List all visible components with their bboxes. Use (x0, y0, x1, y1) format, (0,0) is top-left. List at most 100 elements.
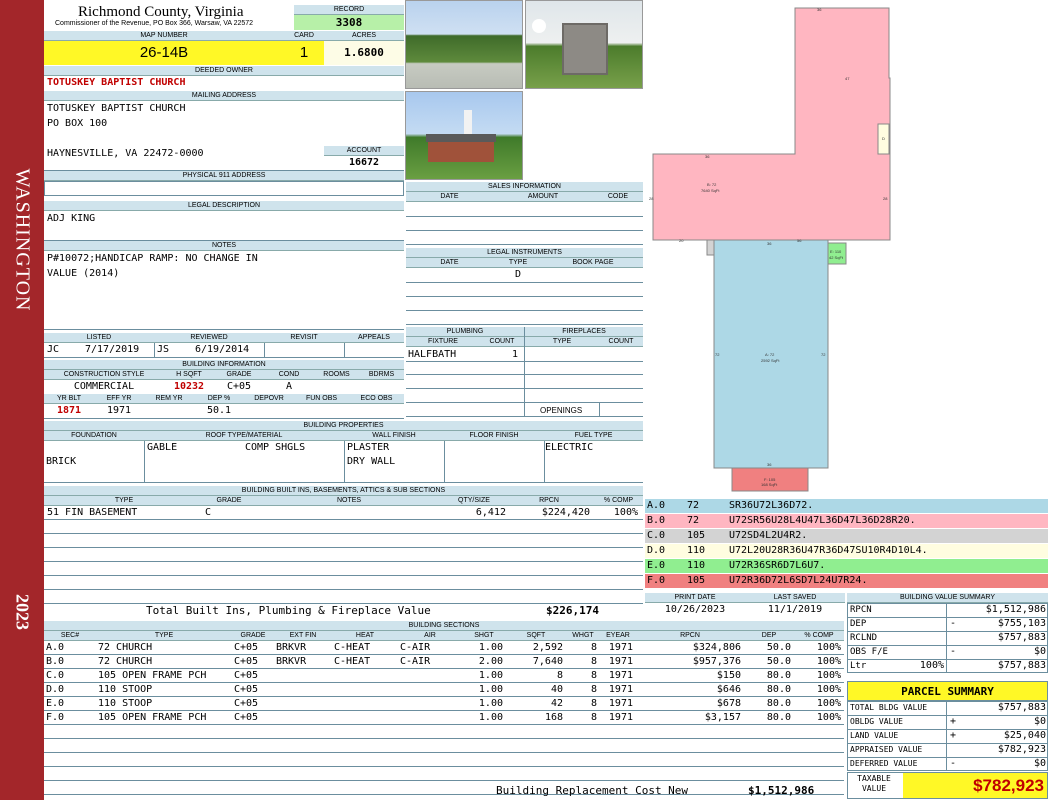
listed-date: 7/17/2019 (85, 344, 140, 355)
last-saved-label: LAST SAVED (745, 593, 845, 603)
parcel-photo-church (405, 91, 523, 180)
section-cell: 8 (590, 642, 597, 653)
ps-deferred-label: DEFERRED VALUE (850, 759, 918, 768)
section-cell: 100% (816, 642, 841, 653)
bp-floor-header: FLOOR FINISH (444, 431, 544, 441)
record-value: 3308 (294, 15, 404, 30)
sketch-dim-right: 47 (845, 76, 850, 81)
sketch-d-label: D (882, 136, 885, 141)
bi-dep: 50.1 (206, 405, 232, 416)
section-cell: 1.00 (478, 684, 503, 695)
section-cell: C+05 (234, 642, 259, 653)
bbi-total-label: Total Built Ins, Plumbing & Fireplace Va… (146, 604, 431, 617)
legend-section: A.0 (647, 500, 666, 511)
bp-foundation-header: FOUNDATION (44, 431, 144, 441)
plumbing-fixture-header: FIXTURE (406, 337, 480, 347)
sections-header-2: GRADE (232, 631, 274, 641)
section-cell: 100% (816, 712, 841, 723)
building-sections-label: BUILDING SECTIONS (44, 621, 844, 631)
section-cell: 1971 (608, 642, 633, 653)
section-cell: 105 OPEN FRAME PCH (98, 712, 207, 723)
notes-label: NOTES (44, 241, 404, 251)
section-cell: C-HEAT (334, 642, 371, 653)
section-cell: 72 CHURCH (98, 642, 153, 653)
legal-description-label: LEGAL DESCRIPTION (44, 201, 404, 211)
sketch-a-area: 2592 SqFt (761, 358, 780, 363)
mailing-line-3: HAYNESVILLE, VA 22472-0000 (47, 148, 204, 159)
map-number-value: 26-14B (44, 41, 284, 65)
section-cell: C.0 (46, 670, 65, 681)
ps-deferred: $0 (1033, 758, 1046, 769)
section-cell: 42 (550, 698, 563, 709)
section-cell: 100% (816, 656, 841, 667)
section-cell: 72 CHURCH (98, 656, 153, 667)
section-rule (44, 752, 844, 753)
section-cell: D.0 (46, 684, 65, 695)
account-label: ACCOUNT (324, 146, 404, 156)
legend-vector: U72SR56U28L4U47L36D47L36D28R20. (729, 515, 916, 526)
section-rule (44, 668, 844, 669)
section-rule (44, 766, 844, 767)
parcel-photo-sign (525, 0, 643, 89)
sections-header-12: % COMP (794, 631, 844, 641)
section-cell: 8 (556, 670, 563, 681)
bvs-obs-label: OBS F/E (850, 647, 888, 657)
section-cell: 80.0 (766, 684, 791, 695)
section-cell: 100% (816, 684, 841, 695)
bp-wall-2: DRY WALL (347, 456, 396, 467)
section-cell: 8 (590, 670, 597, 681)
bi-yrblt: 1871 (56, 405, 82, 416)
ps-taxable-value: $782,923 (903, 773, 1047, 798)
sections-header-8: WHGT (566, 631, 600, 641)
bvs-ltr: $757,883 (997, 660, 1046, 671)
sections-header-6: SHGT (462, 631, 506, 641)
legend-code: 110 (687, 545, 706, 556)
bvs-obs: $0 (1033, 646, 1046, 657)
section-rule (44, 738, 844, 739)
bi-funobs-header: FUN OBS (294, 394, 349, 404)
bi-sqft: 10232 (173, 381, 205, 392)
sketch-dim-a-left: 72 (715, 352, 720, 357)
appeals-label: APPEALS (344, 333, 404, 343)
sketch-b-label: B: 72 (707, 182, 717, 187)
reviewed-date: 6/19/2014 (195, 344, 250, 355)
parcel-summary-title: PARCEL SUMMARY (847, 681, 1048, 701)
legend-code: 105 (687, 530, 706, 541)
reviewed-by: JS (157, 344, 170, 355)
section-cell: 1.00 (478, 712, 503, 723)
section-rule (44, 682, 844, 683)
section-cell: 40 (550, 684, 563, 695)
county-subtitle: Commissioner of the Revenue, PO Box 366,… (55, 20, 254, 27)
bvs-dep-label: DEP (850, 619, 867, 629)
sales-info-label: SALES INFORMATION (406, 182, 643, 192)
bi-sqft-header: H SQFT (164, 370, 214, 380)
sketch-e-label: E: 110 (830, 249, 842, 254)
fireplaces-label: FIREPLACES (525, 327, 643, 337)
legend-vector: U72R36D72L6SD7L24U7R24. (729, 575, 868, 586)
section-cell: 168 (544, 712, 563, 723)
section-c-shape (706, 239, 715, 256)
ps-tbv: $757,883 (997, 702, 1046, 713)
tax-year: 2023 (12, 594, 33, 630)
bvs-rpcn-label: RPCN (850, 605, 872, 615)
bbi-notes-header: NOTES (254, 496, 444, 506)
section-cell: 8 (590, 684, 597, 695)
bvs-rclnd: $757,883 (997, 632, 1046, 643)
legal-instruments-label: LEGAL INSTRUMENTS (406, 248, 643, 258)
section-cell: 8 (590, 698, 597, 709)
ps-taxable-label-1: TAXABLE (857, 774, 891, 783)
section-cell: 1.00 (478, 670, 503, 681)
notes-line-2: VALUE (2014) (47, 268, 120, 279)
sketch-dim-a-right: 72 (821, 352, 826, 357)
legend-row: D.0 110 U72L20U28R36U47R36D47SU10R4D10L4. (645, 544, 1048, 558)
sections-header-0: SEC# (44, 631, 96, 641)
bbi-rpcn: $224,420 (541, 507, 590, 518)
sales-date-header: DATE (406, 192, 493, 202)
bp-foundation: BRICK (46, 456, 77, 467)
sketch-dim-left: 28 (649, 196, 654, 201)
print-date: 10/26/2023 (664, 604, 726, 615)
legend-code: 110 (687, 560, 706, 571)
legend-row: E.0 110 U72R36SR6D7L6U7. (645, 559, 1048, 573)
bi-dep-header: DEP % (194, 394, 244, 404)
li-date-header: DATE (406, 258, 493, 268)
